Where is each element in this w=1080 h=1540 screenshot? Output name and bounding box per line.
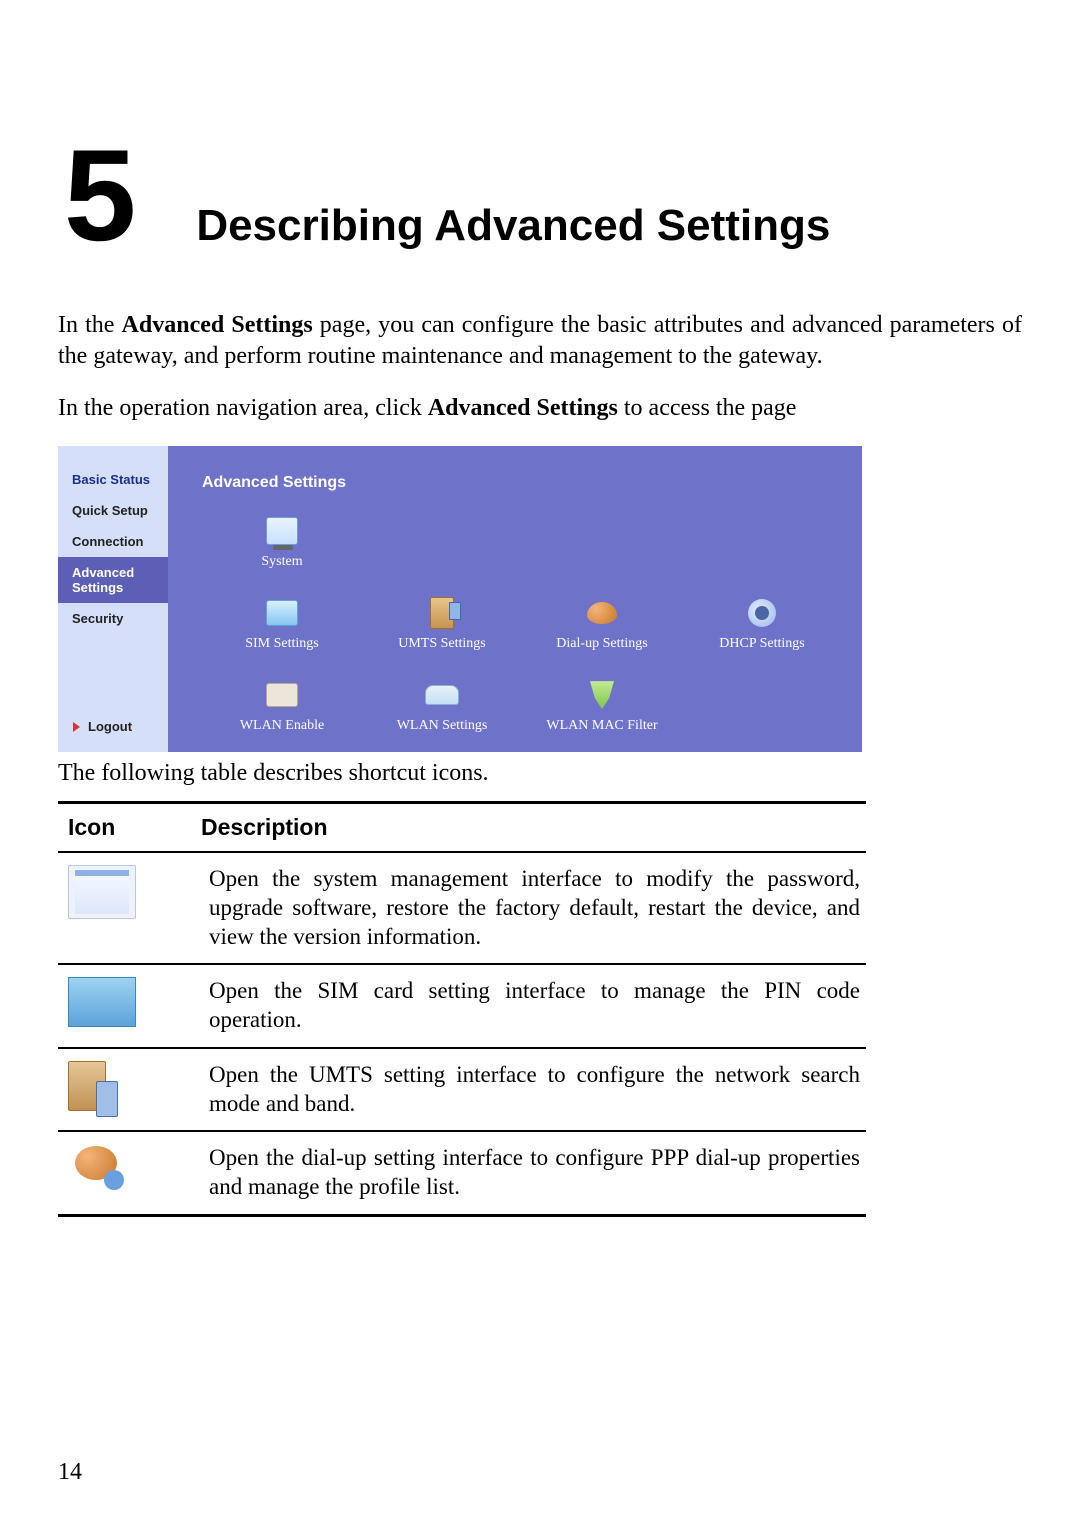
router-row-2: SIM Settings UMTS Settings Dial-up Setti… (202, 596, 842, 652)
router-row-1: System (202, 514, 842, 570)
advanced-settings-term: Advanced Settings (428, 395, 618, 421)
table-intro: The following table describes shortcut i… (58, 760, 1022, 787)
table-row: Open the system management interface to … (58, 852, 866, 964)
page-number: 14 (58, 1459, 82, 1486)
tile-system[interactable]: System (202, 514, 362, 570)
router-icon-grid: System SIM Settings UMTS Settings Dial-u (202, 514, 842, 734)
table-header-description: Description (199, 803, 866, 853)
chapter-number: 5 (64, 130, 136, 260)
tile-label: DHCP Settings (682, 636, 842, 652)
intro-paragraph-1: In the Advanced Settings page, you can c… (58, 310, 1022, 371)
table-desc-cell: Open the system management interface to … (199, 852, 866, 964)
nav-basic-status[interactable]: Basic Status (58, 464, 168, 495)
dialup-icon (584, 596, 620, 630)
umts-icon (424, 596, 460, 630)
tile-label: UMTS Settings (362, 636, 522, 652)
tile-sim-settings[interactable]: SIM Settings (202, 596, 362, 652)
dhcp-icon (744, 596, 780, 630)
chapter-heading: 5 Describing Advanced Settings (64, 130, 1022, 260)
chapter-title: Describing Advanced Settings (196, 202, 830, 250)
system-icon (264, 514, 300, 548)
sim-icon (68, 977, 136, 1027)
tile-dhcp-settings[interactable]: DHCP Settings (682, 596, 842, 652)
nav-connection[interactable]: Connection (58, 526, 168, 557)
tile-label: Dial-up Settings (522, 636, 682, 652)
tile-wlan-settings[interactable]: WLAN Settings (362, 678, 522, 734)
table-desc-cell: Open the SIM card setting interface to m… (199, 964, 866, 1048)
nav-security[interactable]: Security (58, 603, 168, 634)
advanced-settings-term: Advanced Settings (122, 312, 313, 338)
router-nav: Basic Status Quick Setup Connection Adva… (58, 446, 168, 752)
logout-label: Logout (88, 719, 132, 734)
text: In the operation navigation area, click (58, 395, 428, 421)
tile-label: WLAN Settings (362, 718, 522, 734)
table-desc-cell: Open the UMTS setting interface to confi… (199, 1048, 866, 1132)
tile-label: SIM Settings (202, 636, 362, 652)
wlan-enable-icon (264, 678, 300, 712)
router-ui-screenshot: Basic Status Quick Setup Connection Adva… (58, 446, 862, 752)
tile-label: WLAN Enable (202, 718, 362, 734)
table-icon-cell (58, 964, 199, 1048)
table-icon-cell (58, 1048, 199, 1132)
text: In the (58, 312, 122, 338)
router-nav-bottom: Logout (58, 707, 168, 752)
router-main: Advanced Settings System SIM Settings (168, 446, 862, 752)
dialup-icon (68, 1146, 124, 1194)
router-main-title: Advanced Settings (202, 474, 842, 492)
table-icon-cell (58, 852, 199, 964)
table-row: Open the UMTS setting interface to confi… (58, 1048, 866, 1132)
tile-wlan-mac-filter[interactable]: WLAN MAC Filter (522, 678, 682, 734)
umts-icon (68, 1061, 118, 1117)
nav-quick-setup[interactable]: Quick Setup (58, 495, 168, 526)
table-header-icon: Icon (58, 803, 199, 853)
table-row: Open the dial-up setting interface to co… (58, 1131, 866, 1215)
intro-paragraph-2: In the operation navigation area, click … (58, 393, 1022, 424)
logout-button[interactable]: Logout (72, 719, 154, 734)
logout-icon (72, 721, 84, 733)
tile-wlan-enable[interactable]: WLAN Enable (202, 678, 362, 734)
nav-advanced-settings[interactable]: Advanced Settings (58, 557, 168, 603)
tile-umts-settings[interactable]: UMTS Settings (362, 596, 522, 652)
text: to access the page (618, 395, 797, 421)
wlan-settings-icon (424, 678, 460, 712)
table-desc-cell: Open the dial-up setting interface to co… (199, 1131, 866, 1215)
tile-dialup-settings[interactable]: Dial-up Settings (522, 596, 682, 652)
table-row: Open the SIM card setting interface to m… (58, 964, 866, 1048)
sim-icon (264, 596, 300, 630)
tile-label: WLAN MAC Filter (522, 718, 682, 734)
shortcut-icons-table: Icon Description Open the system managem… (58, 801, 866, 1217)
system-icon (68, 865, 136, 919)
router-nav-list: Basic Status Quick Setup Connection Adva… (58, 446, 168, 707)
table-header-row: Icon Description (58, 803, 866, 853)
tile-label: System (202, 554, 362, 570)
table-icon-cell (58, 1131, 199, 1215)
wlan-mac-filter-icon (584, 678, 620, 712)
router-row-3: WLAN Enable WLAN Settings WLAN MAC Filte… (202, 678, 842, 734)
